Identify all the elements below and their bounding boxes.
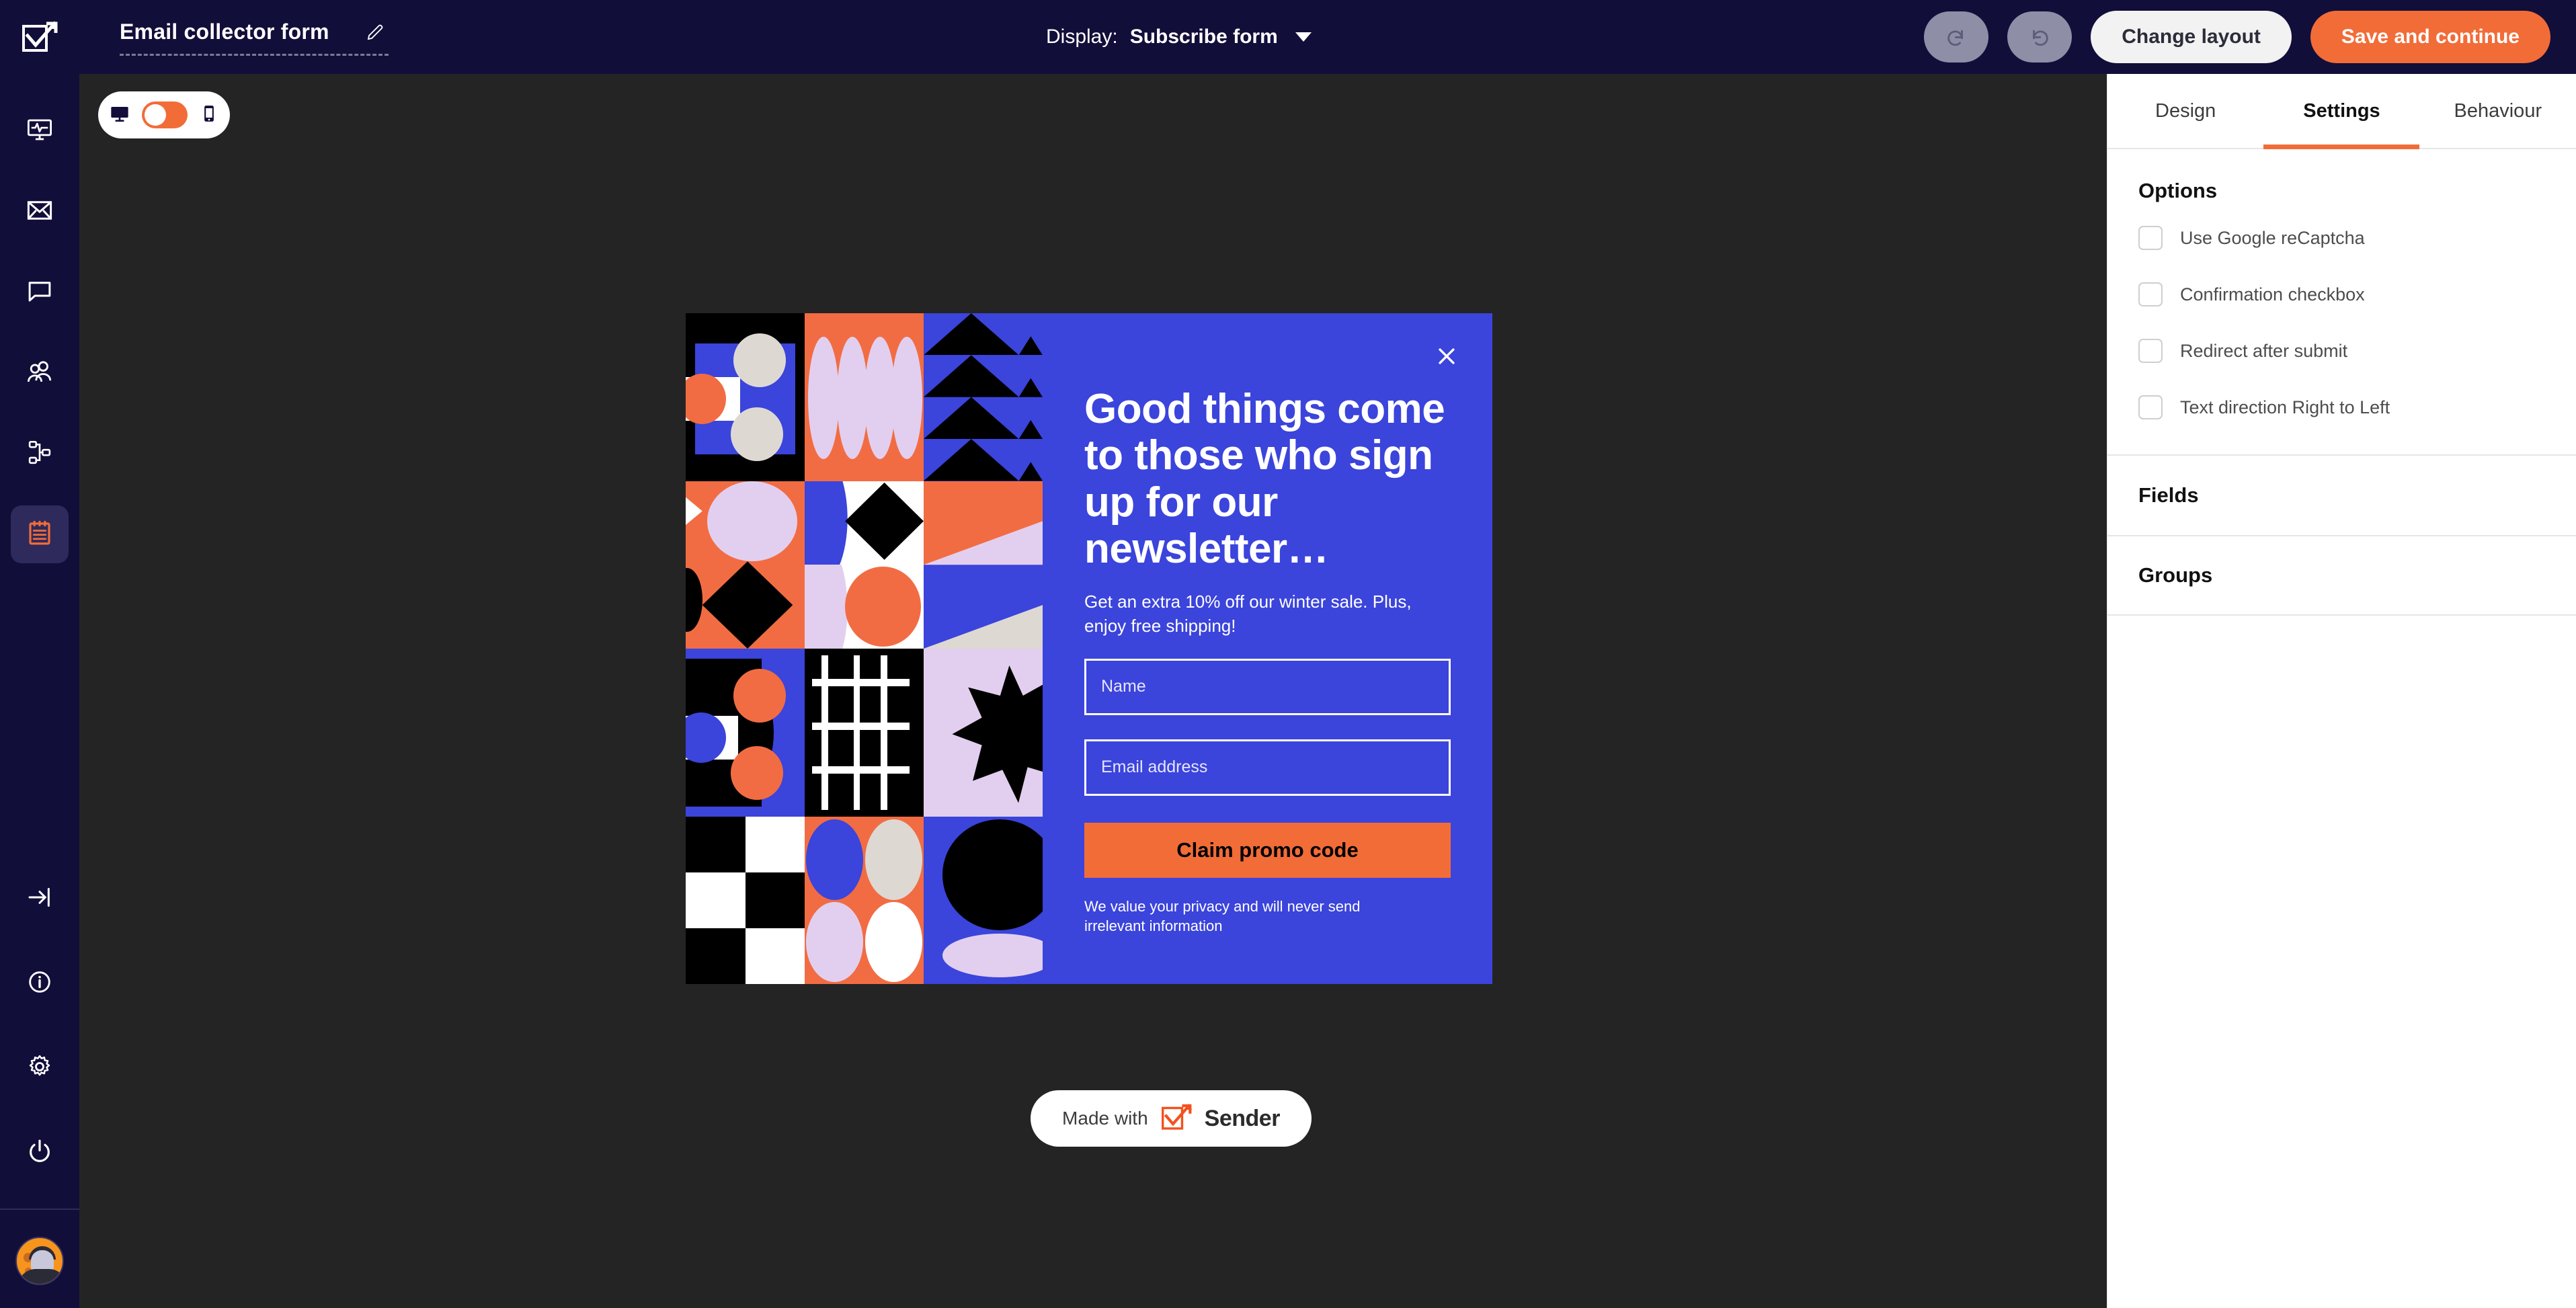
sender-checkmark-arrow-logo-icon[interactable] [0,0,79,74]
accordion-groups[interactable]: Groups [2107,535,2576,616]
pattern-cell-1-2 [805,313,924,481]
email-field[interactable]: Email address [1084,739,1451,796]
pattern-cell-2-1 [686,481,805,649]
info-circle-icon [26,969,53,999]
monitor-pulse-icon [26,116,54,147]
form-headline: Good things come to those who sign up fo… [1084,386,1445,573]
option-text-direction-rtl[interactable]: Text direction Right to Left [2138,395,2545,419]
sidebar-item-forms[interactable] [11,505,69,563]
display-value: Subscribe form [1129,26,1278,48]
tab-design[interactable]: Design [2107,74,2263,148]
form-subtext: Get an extra 10% off our winter sale. Pl… [1084,591,1412,636]
display-label: Display: [1046,26,1118,48]
desktop-monitor-icon[interactable] [109,103,130,128]
tab-settings[interactable]: Settings [2263,74,2419,148]
sidebar-item-help[interactable] [11,954,69,1012]
sidebar-item-subscribers[interactable] [11,344,69,402]
fields-title: Fields [2138,483,2199,507]
option-label: Redirect after submit [2180,340,2348,361]
pattern-cell-1-1 [686,313,805,481]
document-title-group[interactable]: Email collector form [120,19,389,56]
checkbox-redirect-after-submit[interactable] [2138,339,2163,363]
sidebar-item-logout[interactable] [11,1124,69,1182]
pencil-icon[interactable] [362,19,389,46]
sidebar-item-automation[interactable] [11,425,69,483]
pattern-cell-4-1 [686,816,805,984]
made-with-sender-badge[interactable]: Made with Sender [1031,1090,1312,1147]
close-icon[interactable] [1429,339,1464,374]
option-label: Confirmation checkbox [2180,284,2365,304]
top-bar: Email collector form Display: Subscribe … [0,0,2576,74]
chat-bubble-icon [26,277,54,309]
pattern-cell-3-1 [686,649,805,817]
collapse-arrow-icon [26,884,53,914]
sidebar-item-collapse[interactable] [11,870,69,928]
privacy-note: We value your privacy and will never sen… [1084,897,1361,935]
people-group-icon [26,358,54,389]
toggle-knob [145,104,166,126]
pattern-cell-2-3 [924,481,1043,649]
name-field[interactable]: Name [1084,658,1451,715]
settings-panel: Design Settings Behaviour Options Use Go… [2107,74,2576,1308]
subscribe-form-preview: Good things come to those who sign up fo… [686,313,1492,984]
sender-logo-icon [1160,1102,1193,1135]
redo-button[interactable] [2007,11,2072,63]
subscribe-form-content: Good things come to those who sign up fo… [1043,313,1492,984]
sidebar-nav [11,74,69,563]
options-list: Use Google reCaptcha Confirmation checkb… [2138,226,2545,454]
option-use-google-recaptcha[interactable]: Use Google reCaptcha [2138,226,2545,250]
device-preview-toggle[interactable] [98,91,230,138]
option-redirect-after-submit[interactable]: Redirect after submit [2138,339,2545,363]
mobile-phone-icon[interactable] [199,104,219,127]
envelope-icon [26,196,54,228]
title-underline [120,53,389,56]
option-label: Use Google reCaptcha [2180,227,2365,248]
pattern-cell-4-3 [924,816,1043,984]
checkbox-confirmation-checkbox[interactable] [2138,282,2163,306]
sidebar-bottom [0,870,79,1308]
power-icon [26,1138,53,1168]
decorative-pattern [686,313,1043,984]
save-and-continue-button[interactable]: Save and continue [2310,11,2550,63]
sender-brand-label: Sender [1204,1105,1281,1131]
pattern-cell-1-3 [924,313,1043,481]
automation-flow-icon [26,438,54,470]
redo-icon [2028,25,2051,50]
accordion-fields[interactable]: Fields [2107,454,2576,535]
sidebar-item-campaigns[interactable] [11,183,69,241]
gear-icon [26,1053,53,1084]
groups-title: Groups [2138,563,2213,587]
chevron-down-icon[interactable] [1295,32,1312,42]
checkbox-use-google-recaptcha[interactable] [2138,226,2163,250]
options-title: Options [2138,179,2218,202]
claim-promo-code-button[interactable]: Claim promo code [1084,822,1451,878]
left-sidebar [0,74,79,1308]
undo-button[interactable] [1924,11,1989,63]
sidebar-item-dashboard[interactable] [11,102,69,160]
option-confirmation-checkbox[interactable]: Confirmation checkbox [2138,282,2545,306]
tab-behaviour[interactable]: Behaviour [2420,74,2576,148]
page-title: Email collector form [120,19,329,44]
pattern-cell-3-2 [805,649,924,817]
form-clipboard-icon [26,519,54,550]
checkbox-text-direction-rtl[interactable] [2138,395,2163,419]
device-toggle-switch[interactable] [142,101,188,128]
sidebar-divider [0,1209,79,1210]
options-section: Options Use Google reCaptcha Confirmatio… [2107,149,2576,454]
editor-canvas: Good things come to those who sign up fo… [79,74,2107,1308]
avatar[interactable] [15,1237,64,1285]
sidebar-item-settings[interactable] [11,1039,69,1097]
pattern-cell-2-2 [805,481,924,649]
panel-tabs: Design Settings Behaviour [2107,74,2576,149]
change-layout-button[interactable]: Change layout [2091,11,2292,63]
undo-icon [1945,25,1968,50]
made-with-label: Made with [1062,1108,1148,1129]
pattern-cell-4-2 [805,816,924,984]
pattern-cell-3-3 [924,649,1043,817]
top-actions: Change layout Save and continue [1924,0,2550,74]
sidebar-item-messages[interactable] [11,263,69,321]
display-selector[interactable]: Display: Subscribe form [1046,0,1312,74]
option-label: Text direction Right to Left [2180,397,2390,417]
